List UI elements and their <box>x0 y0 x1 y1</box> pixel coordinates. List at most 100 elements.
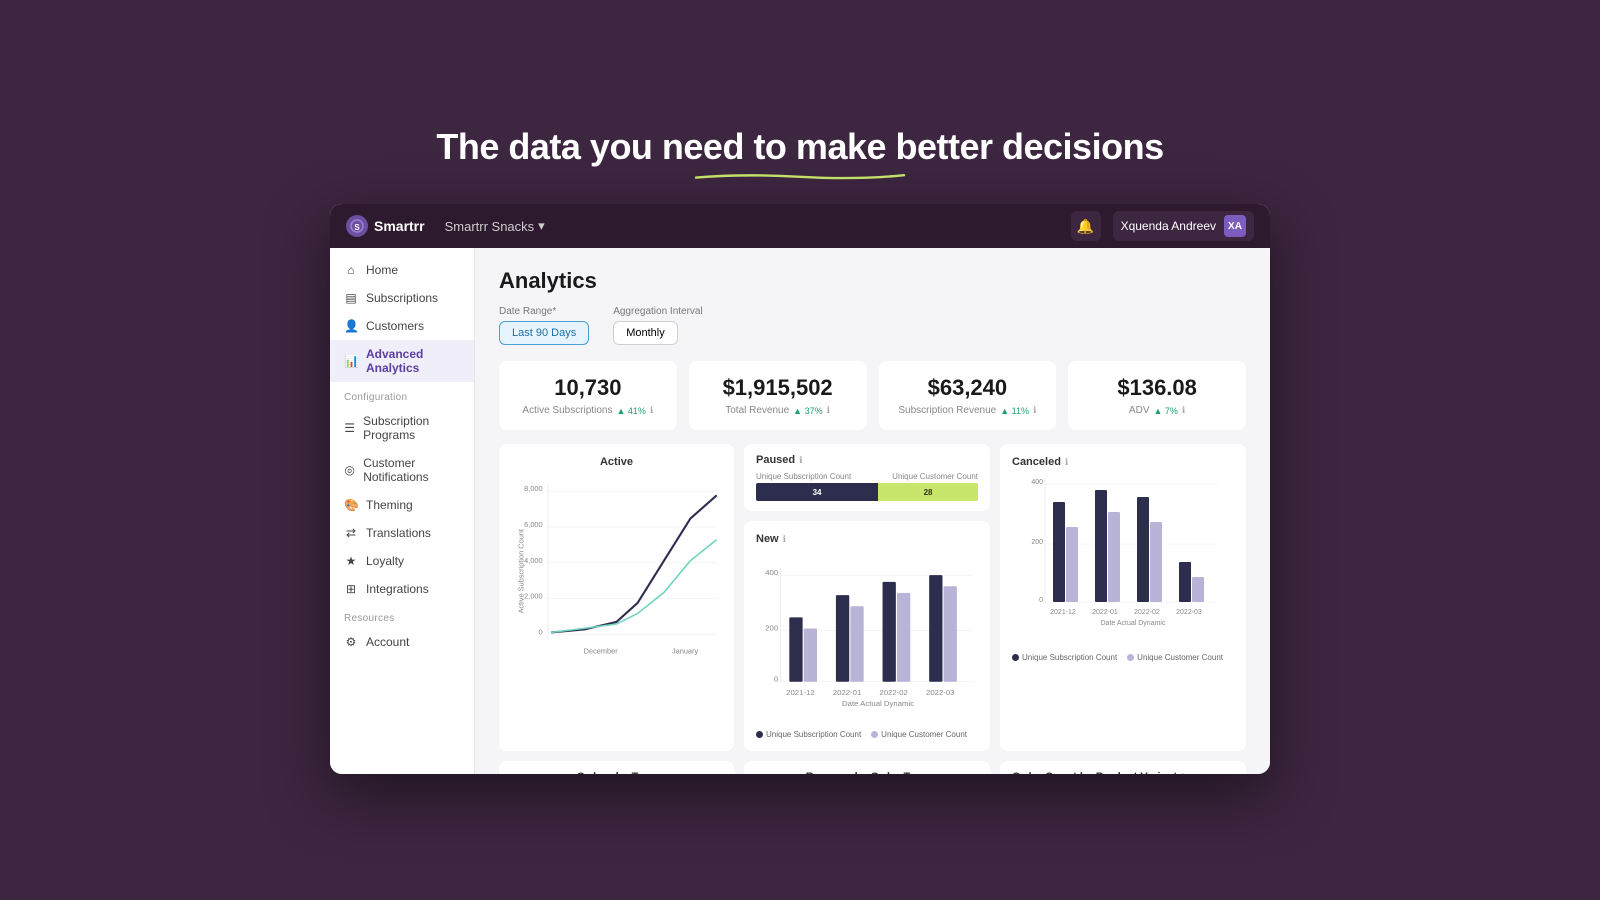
svg-text:2,000: 2,000 <box>524 592 542 601</box>
unique-subscription-count-label: Unique Subscription Count <box>756 472 851 481</box>
svg-text:400: 400 <box>765 568 779 577</box>
integrations-icon: ⊞ <box>344 582 358 596</box>
legend-subscription-count: Unique Subscription Count <box>756 730 861 739</box>
kpi-trend-sub-revenue: ▲ 11% <box>1000 406 1029 416</box>
sidebar-label-subscription-programs: Subscription Programs <box>363 414 460 442</box>
user-badge[interactable]: Xquenda Andreev XA <box>1113 211 1254 241</box>
svg-text:0: 0 <box>774 675 779 684</box>
notifications-button[interactable]: 🔔 <box>1071 211 1101 241</box>
topbar-logo: S Smartrr <box>346 215 425 237</box>
charts-row-2: Orders by Type 6,000 Revenue by Order Ty… <box>499 761 1246 774</box>
kpi-value-sub-revenue: $63,240 <box>895 375 1041 401</box>
subscription-count-value: 34 <box>813 488 822 497</box>
svg-text:2021-12: 2021-12 <box>786 688 815 697</box>
orders-by-type-title: Orders by Type <box>511 771 722 774</box>
canceled-info-icon: ℹ <box>1065 457 1068 468</box>
kpi-total-revenue: $1,915,502 Total Revenue ▲ 37% ℹ <box>689 361 867 430</box>
revenue-by-type-title: Revenue by Order Type <box>756 771 978 774</box>
sidebar-label-integrations: Integrations <box>366 582 429 596</box>
store-selector[interactable]: Smartrr Snacks ▾ <box>445 218 545 234</box>
kpi-trend-revenue: ▲ 37% <box>793 406 822 416</box>
customer-count-value: 28 <box>924 488 933 497</box>
sidebar-item-advanced-analytics[interactable]: 📊 Advanced Analytics <box>330 340 474 382</box>
svg-text:6,000: 6,000 <box>524 520 542 529</box>
chart-active: Active 8,000 6,000 4,000 2,000 0 <box>499 444 734 751</box>
kpi-trend-adv: ▲ 7% <box>1153 406 1177 416</box>
subscription-count-bar: 34 <box>756 483 878 501</box>
sidebar-item-customers[interactable]: 👤 Customers <box>330 312 474 340</box>
topbar-brand: Smartrr <box>374 218 425 234</box>
sidebar-item-loyalty[interactable]: ★ Loyalty <box>330 547 474 575</box>
kpi-info-revenue: ℹ <box>827 405 830 416</box>
sidebar-label-advanced-analytics: Advanced Analytics <box>366 347 460 375</box>
new-info-icon: ℹ <box>783 534 786 545</box>
sidebar-label-account: Account <box>366 635 409 649</box>
legend-dot-canceled-dark <box>1012 654 1019 661</box>
customer-notifications-icon: ◎ <box>344 463 355 477</box>
sidebar-label-home: Home <box>366 263 398 277</box>
theming-icon: 🎨 <box>344 498 358 512</box>
sidebar-label-subscriptions: Subscriptions <box>366 291 438 305</box>
svg-text:0: 0 <box>1039 597 1043 604</box>
sidebar-label-customer-notifications: Customer Notifications <box>363 456 460 484</box>
kpi-active-subscriptions: 10,730 Active Subscriptions ▲ 41% ℹ <box>499 361 677 430</box>
analytics-page-title: Analytics <box>499 268 1246 294</box>
legend-label-subscription: Unique Subscription Count <box>766 730 861 739</box>
kpi-label-sub-revenue: Subscription Revenue ▲ 11% ℹ <box>895 405 1041 416</box>
svg-text:200: 200 <box>1031 539 1043 546</box>
sidebar-item-translations[interactable]: ⇄ Translations <box>330 519 474 547</box>
svg-text:2022-02: 2022-02 <box>1134 609 1160 616</box>
charts-row-1: Active 8,000 6,000 4,000 2,000 0 <box>499 444 1246 751</box>
svg-text:Date Actual Dynamic: Date Actual Dynamic <box>1101 620 1166 627</box>
sidebar-item-home[interactable]: ⌂ Home <box>330 256 474 284</box>
svg-text:2022-01: 2022-01 <box>833 688 862 697</box>
loyalty-icon: ★ <box>344 554 358 568</box>
date-range-button[interactable]: Last 90 Days <box>499 321 589 345</box>
sidebar-item-theming[interactable]: 🎨 Theming <box>330 491 474 519</box>
svg-text:2022-03: 2022-03 <box>1176 609 1202 616</box>
customers-icon: 👤 <box>344 319 358 333</box>
kpi-row: 10,730 Active Subscriptions ▲ 41% ℹ $1,9… <box>499 361 1246 430</box>
legend-dot-dark <box>756 731 763 738</box>
subscription-programs-icon: ☰ <box>344 421 355 435</box>
sidebar-label-theming: Theming <box>366 498 413 512</box>
kpi-value-revenue: $1,915,502 <box>705 375 851 401</box>
legend-label-customer: Unique Customer Count <box>881 730 967 739</box>
store-name: Smartrr Snacks <box>445 219 535 234</box>
svg-text:8,000: 8,000 <box>524 484 542 493</box>
sidebar-item-customer-notifications[interactable]: ◎ Customer Notifications <box>330 449 474 491</box>
sidebar-item-subscriptions[interactable]: ▤ Subscriptions <box>330 284 474 312</box>
resources-section-label: Resources <box>330 603 474 628</box>
chart-new-title: New <box>756 533 779 545</box>
order-count-title: Order Count by Product Variant <box>1012 771 1177 774</box>
legend-dot-canceled-light <box>1127 654 1134 661</box>
chart-active-svg: 8,000 6,000 4,000 2,000 0 <box>511 476 722 656</box>
svg-text:S: S <box>354 223 360 232</box>
kpi-trend-active: ▲ 41% <box>616 406 645 416</box>
kpi-adv: $136.08 ADV ▲ 7% ℹ <box>1068 361 1246 430</box>
page-headline: The data you need to make better decisio… <box>436 126 1163 180</box>
smartrr-logo-icon: S <box>346 215 368 237</box>
kpi-info-sub-revenue: ℹ <box>1033 405 1036 416</box>
chart-order-count-by-variant: Order Count by Product Variant ℹ Product… <box>1000 761 1246 774</box>
chart-canceled: Canceled ℹ 400 200 0 <box>1000 444 1246 751</box>
user-name: Xquenda Andreev <box>1121 219 1216 233</box>
chart-new: New ℹ 400 200 0 <box>744 521 990 751</box>
svg-text:2022-03: 2022-03 <box>926 688 955 697</box>
svg-text:January: January <box>672 647 699 656</box>
sidebar-item-account[interactable]: ⚙ Account <box>330 628 474 656</box>
chevron-down-icon: ▾ <box>538 218 545 234</box>
svg-text:Date Actual Dynamic: Date Actual Dynamic <box>842 699 914 708</box>
kpi-value-adv: $136.08 <box>1084 375 1230 401</box>
unique-customer-count-label: Unique Customer Count <box>892 472 978 481</box>
svg-text:4,000: 4,000 <box>524 556 542 565</box>
aggregation-button[interactable]: Monthly <box>613 321 678 345</box>
sidebar-item-integrations[interactable]: ⊞ Integrations <box>330 575 474 603</box>
legend-customer-count: Unique Customer Count <box>871 730 967 739</box>
chart-new-svg: 400 200 0 <box>756 549 978 719</box>
topbar: S Smartrr Smartrr Snacks ▾ 🔔 Xquenda And… <box>330 204 1270 248</box>
chart-paused: Paused ℹ Unique Subscription Count Uniqu… <box>744 444 990 511</box>
svg-text:2022-02: 2022-02 <box>879 688 908 697</box>
sidebar-item-subscription-programs[interactable]: ☰ Subscription Programs <box>330 407 474 449</box>
underline-decoration <box>660 172 940 180</box>
